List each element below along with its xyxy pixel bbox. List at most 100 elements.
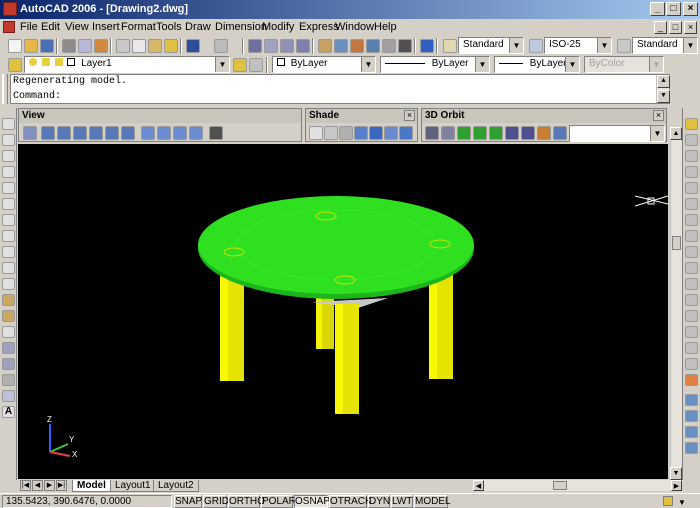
grid-toggle[interactable]: GRID	[203, 495, 229, 508]
lineweight-select[interactable]: ByLayer ▼	[494, 56, 580, 73]
break-at-point-icon[interactable]	[685, 294, 698, 306]
tab-layout2[interactable]: Layout2	[153, 480, 199, 492]
chamfer-icon[interactable]	[685, 342, 698, 354]
arc-icon[interactable]	[2, 198, 15, 210]
ne-iso-view-icon[interactable]	[173, 126, 187, 140]
view-preset-select[interactable]: ▼	[569, 125, 665, 142]
flat-shaded-icon[interactable]	[354, 126, 368, 140]
prev-tab-icon[interactable]: ◀	[32, 480, 43, 491]
help-icon[interactable]	[420, 39, 434, 53]
bottom-view-icon[interactable]	[57, 126, 71, 140]
print-preview-icon[interactable]	[78, 39, 92, 53]
extend-icon[interactable]	[685, 278, 698, 290]
minimize-button[interactable]: _	[650, 2, 665, 16]
se-iso-view-icon[interactable]	[157, 126, 171, 140]
shade-toolbar-title[interactable]: Shade	[306, 109, 417, 123]
model-toggle[interactable]: MODEL	[414, 495, 451, 508]
scale-icon[interactable]	[685, 230, 698, 242]
fillet-icon[interactable]	[685, 358, 698, 370]
redo-icon[interactable]	[214, 39, 228, 53]
properties-icon[interactable]	[318, 39, 332, 53]
otrack-toggle[interactable]: OTRACK	[329, 495, 372, 508]
ellipse-icon[interactable]	[2, 262, 15, 274]
command-window[interactable]: Regenerating model. Command: ▲ ▼	[10, 74, 670, 104]
quickcalc-icon[interactable]	[398, 39, 412, 53]
rotate-icon[interactable]	[685, 214, 698, 226]
copy-icon[interactable]	[132, 39, 146, 53]
make-current-layer-icon[interactable]	[233, 58, 247, 72]
color-select[interactable]: ByLayer ▼	[272, 56, 376, 73]
gouraud-edges-icon[interactable]	[399, 126, 413, 140]
text-style-icon[interactable]	[443, 39, 457, 53]
array-icon[interactable]	[685, 182, 698, 194]
named-views-icon[interactable]	[23, 126, 37, 140]
dim-style-icon[interactable]	[529, 39, 543, 53]
break-icon[interactable]	[685, 310, 698, 322]
last-tab-icon[interactable]: ▶|	[56, 480, 67, 491]
front-view-icon[interactable]	[105, 126, 119, 140]
table-icon[interactable]	[2, 390, 15, 402]
first-tab-icon[interactable]: |◀	[20, 480, 31, 491]
erase-icon[interactable]	[685, 118, 698, 130]
zoom-window-icon[interactable]	[280, 39, 294, 53]
dim-style-select[interactable]: ISO-25 ▼	[544, 37, 612, 54]
doc-restore-button[interactable]: □	[669, 21, 682, 34]
insert-block-icon[interactable]	[2, 294, 15, 306]
pan-icon[interactable]	[248, 39, 262, 53]
hidden-icon[interactable]	[339, 126, 353, 140]
layer-manager-icon[interactable]	[8, 58, 22, 72]
close-icon[interactable]: ×	[404, 110, 415, 121]
hatch-icon[interactable]	[2, 342, 15, 354]
3d-wireframe-icon[interactable]	[324, 126, 338, 140]
view-toolbar-title[interactable]: View	[19, 109, 301, 123]
menu-file[interactable]: File	[20, 21, 38, 33]
close-icon[interactable]: ×	[653, 110, 664, 121]
menu-insert[interactable]: Insert	[92, 21, 120, 33]
draworder-back-icon[interactable]	[685, 410, 698, 422]
circle-icon[interactable]	[2, 214, 15, 226]
multiline-text-icon[interactable]: A	[2, 406, 15, 418]
menu-help[interactable]: Help	[374, 21, 397, 33]
dyn-toggle[interactable]: DYN	[368, 495, 390, 508]
draworder-under-icon[interactable]	[685, 442, 698, 454]
nw-iso-view-icon[interactable]	[189, 126, 203, 140]
stretch-icon[interactable]	[685, 246, 698, 258]
menu-express[interactable]: Express	[299, 21, 339, 33]
lwt-toggle[interactable]: LWT	[391, 495, 413, 508]
make-block-icon[interactable]	[2, 310, 15, 322]
designcenter-icon[interactable]	[334, 39, 348, 53]
move-icon[interactable]	[685, 198, 698, 210]
next-tab-icon[interactable]: ▶	[44, 480, 55, 491]
menu-dimension[interactable]: Dimension	[215, 21, 267, 33]
text-style-select[interactable]: Standard ▼	[458, 37, 524, 54]
polar-toggle[interactable]: POLAR	[261, 495, 296, 508]
markup-icon[interactable]	[382, 39, 396, 53]
copy-object-icon[interactable]	[685, 134, 698, 146]
top-view-icon[interactable]	[41, 126, 55, 140]
front-clip-icon[interactable]	[537, 126, 551, 140]
viewport-scrollbar[interactable]: ▲ ▼	[670, 127, 682, 480]
menu-view[interactable]: View	[65, 21, 89, 33]
model-viewport[interactable]: Z Y X	[18, 144, 668, 479]
left-view-icon[interactable]	[73, 126, 87, 140]
scroll-left-button[interactable]: ◀	[473, 480, 484, 491]
sheet-set-icon[interactable]	[366, 39, 380, 53]
flat-edges-icon[interactable]	[384, 126, 398, 140]
gradient-icon[interactable]	[2, 358, 15, 370]
tab-layout1[interactable]: Layout1	[110, 480, 156, 492]
ortho-toggle[interactable]: ORTHO	[228, 495, 265, 508]
gouraud-shaded-icon[interactable]	[369, 126, 383, 140]
back-view-icon[interactable]	[121, 126, 135, 140]
open-icon[interactable]	[24, 39, 38, 53]
scroll-right-button[interactable]: ▶	[671, 480, 682, 491]
swivel-icon[interactable]	[489, 126, 503, 140]
horizontal-scrollbar[interactable]: ◀ ▶	[473, 480, 682, 491]
mirror-icon[interactable]	[685, 150, 698, 162]
zoom-previous-icon[interactable]	[296, 39, 310, 53]
menu-format[interactable]: Format	[121, 21, 156, 33]
polyline-icon[interactable]	[2, 150, 15, 162]
cut-icon[interactable]	[116, 39, 130, 53]
autocad-app-icon[interactable]	[3, 2, 17, 16]
line-icon[interactable]	[2, 118, 15, 130]
table-style-icon[interactable]	[617, 39, 631, 53]
